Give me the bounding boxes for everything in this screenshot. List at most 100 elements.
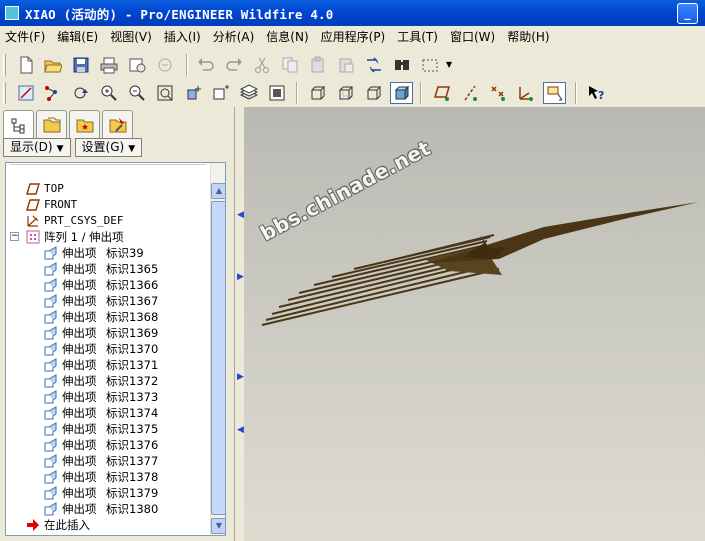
saved-views-icon[interactable]: [209, 82, 232, 104]
tree-item-protrusion[interactable]: 伸出项 标识1375: [6, 421, 211, 437]
tree-item-pattern[interactable]: − 阵列 1 / 伸出项: [6, 229, 211, 245]
datum-axes-icon[interactable]: [458, 82, 481, 104]
menu-tools[interactable]: 工具(T): [391, 28, 444, 45]
menu-analysis[interactable]: 分析(A): [207, 28, 261, 45]
print-icon[interactable]: [97, 54, 120, 76]
datum-point-display-icon[interactable]: [41, 82, 64, 104]
whats-this-icon[interactable]: ?: [584, 82, 607, 104]
tree-item-protrusion[interactable]: 伸出项 标识1376: [6, 437, 211, 453]
menu-window[interactable]: 窗口(W): [444, 28, 501, 45]
protrusion-icon: [44, 486, 57, 500]
protrusion-id: 标识1376: [106, 438, 159, 452]
tree-item-protrusion[interactable]: 伸出项 标识1380: [6, 501, 211, 517]
tree-item-insert-here[interactable]: 在此插入: [6, 517, 211, 533]
wireframe-icon[interactable]: [306, 82, 329, 104]
tree-item-protrusion[interactable]: 伸出项 标识1369: [6, 325, 211, 341]
layers-icon[interactable]: [237, 82, 260, 104]
menu-insert[interactable]: 插入(I): [158, 28, 207, 45]
sketch-icon[interactable]: [14, 82, 37, 104]
standard-toolbar: ▼: [0, 50, 705, 80]
protrusion-name: 伸出项: [62, 406, 97, 420]
send-disabled-icon[interactable]: [153, 54, 176, 76]
select-dropdown-arrow[interactable]: ▼: [446, 60, 452, 69]
select-box-icon[interactable]: [418, 54, 441, 76]
tree-item-protrusion[interactable]: 伸出项 标识1368: [6, 309, 211, 325]
display-dropdown[interactable]: 显示(D) ▼: [3, 138, 71, 157]
minimize-button[interactable]: _: [677, 3, 698, 24]
datum-points-icon[interactable]: [486, 82, 509, 104]
no-hidden-icon[interactable]: [362, 82, 385, 104]
tree-clipped-row: [10, 164, 206, 165]
connections-tab[interactable]: [102, 110, 133, 138]
menu-file[interactable]: 文件(F): [0, 28, 51, 45]
tree-item-top[interactable]: TOP: [6, 181, 211, 197]
protrusion-id: 标识1372: [106, 374, 159, 388]
coord-sys-icon[interactable]: [514, 82, 537, 104]
toolbar-separator: [575, 82, 577, 104]
favorites-tab[interactable]: [69, 110, 100, 138]
collapse-arrow-icon[interactable]: ◀: [237, 425, 244, 435]
tree-item-protrusion[interactable]: 伸出项 标识1377: [6, 453, 211, 469]
tree-item-protrusion[interactable]: 伸出项 标识1365: [6, 261, 211, 277]
scroll-up-button[interactable]: ▲: [211, 183, 225, 199]
collapse-arrow-icon[interactable]: ◀: [237, 210, 244, 220]
zoom-out-icon[interactable]: [125, 82, 148, 104]
reorient-icon[interactable]: [181, 82, 204, 104]
tree-item-front[interactable]: FRONT: [6, 197, 211, 213]
find-icon[interactable]: [390, 54, 413, 76]
cut-icon[interactable]: [250, 54, 273, 76]
tree-item-protrusion[interactable]: 伸出项 标识1366: [6, 277, 211, 293]
spin-icon[interactable]: [69, 82, 92, 104]
undo-icon[interactable]: [194, 54, 217, 76]
menu-applications[interactable]: 应用程序(P): [315, 28, 392, 45]
regenerate-icon[interactable]: [362, 54, 385, 76]
tree-item-label: TOP: [44, 182, 64, 195]
open-folder-icon[interactable]: [41, 54, 64, 76]
expand-arrow-icon[interactable]: ▶: [237, 272, 244, 282]
model-tree-tab[interactable]: [3, 110, 34, 140]
display-dropdown-label: 显示(D): [10, 140, 53, 154]
toolbar-grip[interactable]: [3, 82, 6, 104]
tree-scrollbar[interactable]: ▲ ▼: [210, 163, 225, 535]
toolbar-grip[interactable]: [3, 54, 6, 76]
scroll-thumb[interactable]: [211, 201, 225, 515]
menu-view[interactable]: 视图(V): [104, 28, 158, 45]
paste-icon[interactable]: [306, 54, 329, 76]
shading-icon[interactable]: [390, 82, 413, 104]
zoom-in-icon[interactable]: [97, 82, 120, 104]
tree-item-protrusion[interactable]: 伸出项 标识1372: [6, 373, 211, 389]
tree-item-protrusion[interactable]: 伸出项 标识1370: [6, 341, 211, 357]
tree-item-protrusion[interactable]: 伸出项 标识1367: [6, 293, 211, 309]
hidden-line-icon[interactable]: [334, 82, 357, 104]
menu-help[interactable]: 帮助(H): [501, 28, 555, 45]
graphics-window[interactable]: bbs.chinade.net: [244, 107, 705, 541]
view-manager-icon[interactable]: [265, 82, 288, 104]
paste-special-icon[interactable]: [334, 54, 357, 76]
folder-browser-tab[interactable]: [36, 110, 67, 138]
tree-item-protrusion[interactable]: 伸出项 标识1378: [6, 469, 211, 485]
tree-item-protrusion[interactable]: 伸出项 标识1374: [6, 405, 211, 421]
send-icon[interactable]: [125, 54, 148, 76]
toolbar-separator: [296, 82, 298, 104]
settings-dropdown[interactable]: 设置(G) ▼: [74, 138, 143, 157]
menu-edit[interactable]: 编辑(E): [51, 28, 104, 45]
scroll-down-button[interactable]: ▼: [211, 518, 225, 534]
refit-icon[interactable]: [153, 82, 176, 104]
collapse-toggle[interactable]: −: [10, 232, 19, 241]
menu-info[interactable]: 信息(N): [260, 28, 314, 45]
datum-planes-icon[interactable]: [430, 82, 453, 104]
expand-arrow-icon[interactable]: ▶: [237, 372, 244, 382]
tree-item-protrusion[interactable]: 伸出项 标识1371: [6, 357, 211, 373]
protrusion-id: 标识1380: [106, 502, 159, 516]
save-icon[interactable]: [69, 54, 92, 76]
new-file-icon[interactable]: [14, 54, 37, 76]
tree-item-protrusion[interactable]: 伸出项 标识1379: [6, 485, 211, 501]
tree-item-protrusion[interactable]: 伸出项 标识39: [6, 245, 211, 261]
copy-icon[interactable]: [278, 54, 301, 76]
protrusion-name: 伸出项: [62, 454, 97, 468]
annotation-icon[interactable]: [543, 82, 566, 104]
panel-splitter[interactable]: ◀ ▶ ▶ ◀: [232, 107, 244, 541]
redo-icon[interactable]: [222, 54, 245, 76]
tree-item-csys[interactable]: PRT_CSYS_DEF: [6, 213, 211, 229]
tree-item-protrusion[interactable]: 伸出项 标识1373: [6, 389, 211, 405]
